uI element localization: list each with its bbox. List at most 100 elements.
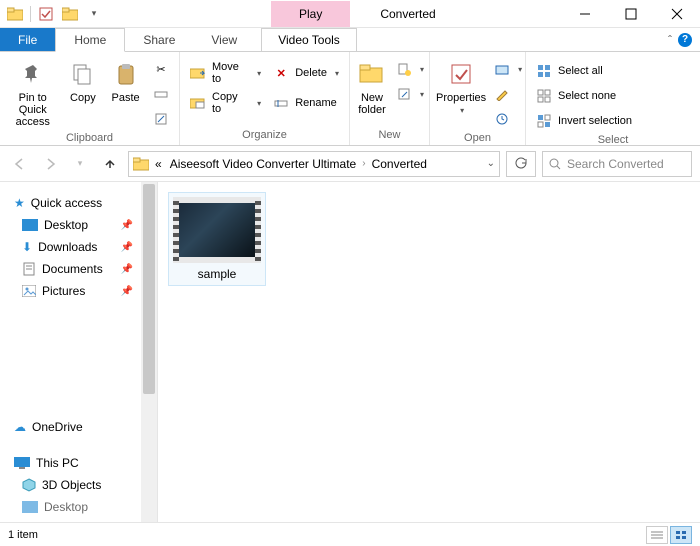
pin-icon: 📌 [121,242,133,253]
crumb-prefix[interactable]: « [153,157,164,171]
properties-button[interactable]: Properties▾ [436,56,486,116]
copy-icon [67,58,99,90]
rename-button[interactable]: Rename [269,92,343,114]
share-tab[interactable]: Share [125,28,193,51]
maximize-button[interactable] [608,0,654,28]
collapse-ribbon-icon[interactable]: ˆ [668,33,672,47]
select-all-icon [536,63,552,79]
easy-access-button[interactable]: ▾ [392,83,428,105]
nav-3dobjects[interactable]: 3D Objects [0,474,157,496]
open-button[interactable]: ▾ [490,58,526,80]
pc-icon [14,457,30,469]
scissors-icon: ✂ [153,61,169,77]
new-group-label: New [356,127,423,143]
close-button[interactable] [654,0,700,28]
pin-to-quick-access-button[interactable]: Pin to Quick access [6,56,60,128]
main-area: ★ Quick access Desktop📌 ⬇ Downloads📌 Doc… [0,182,700,522]
view-tab[interactable]: View [193,28,255,51]
new-folder-button[interactable]: New folder [356,56,388,116]
select-none-button[interactable]: Select none [532,85,636,107]
move-to-icon [190,65,206,81]
address-bar[interactable]: « Aiseesoft Video Converter Ultimate › C… [128,151,500,177]
nav-desktop2[interactable]: Desktop [0,496,157,518]
paste-button[interactable]: Paste [106,56,145,104]
folder-icon[interactable] [4,3,26,25]
new-folder-icon [356,58,388,90]
move-to-button[interactable]: Move to▾ [186,62,265,84]
cut-button[interactable]: ✂ [149,58,173,80]
window-title: Converted [380,7,435,21]
onedrive-icon: ☁ [14,420,26,434]
new-item-icon [396,61,412,77]
details-view-button[interactable] [646,526,668,544]
history-icon [494,111,510,127]
search-placeholder: Search Converted [567,157,664,171]
edit-button[interactable] [490,83,526,105]
copy-button[interactable]: Copy [64,56,103,104]
status-bar: 1 item [0,522,700,546]
recent-locations-button[interactable]: ▾ [68,152,92,176]
window-controls [562,0,700,28]
select-all-button[interactable]: Select all [532,60,636,82]
back-button[interactable] [8,152,32,176]
ribbon: Pin to Quick access Copy Paste ✂ Clipboa… [0,52,700,146]
video-tools-tab[interactable]: Video Tools [261,28,357,51]
file-tab[interactable]: File [0,28,55,51]
nav-pictures[interactable]: Pictures📌 [0,280,157,302]
nav-thispc[interactable]: This PC [0,452,157,474]
search-icon [549,158,561,170]
qat-dropdown-icon[interactable]: ▾ [83,3,105,25]
refresh-button[interactable] [506,151,536,177]
nav-downloads[interactable]: ⬇ Downloads📌 [0,236,157,258]
folder-icon [133,157,149,171]
nav-onedrive[interactable]: ☁ OneDrive [0,416,157,438]
select-group: Select all Select none Invert selection … [526,52,700,145]
nav-scrollbar[interactable] [141,182,157,522]
desktop-icon [22,501,38,513]
paste-shortcut-button[interactable] [149,108,173,130]
shortcut-icon [153,111,169,127]
nav-desktop[interactable]: Desktop📌 [0,214,157,236]
pin-icon: 📌 [121,286,133,297]
copy-to-icon [190,95,206,111]
new-folder-qat-icon[interactable] [59,3,81,25]
chevron-right-icon[interactable]: › [362,158,365,169]
search-box[interactable]: Search Converted [542,151,692,177]
crumb-parent[interactable]: Aiseesoft Video Converter Ultimate [168,157,359,171]
clipboard-group: Pin to Quick access Copy Paste ✂ Clipboa… [0,52,180,145]
nav-documents[interactable]: Documents📌 [0,258,157,280]
navigation-pane: ★ Quick access Desktop📌 ⬇ Downloads📌 Doc… [0,182,158,522]
clipboard-group-label: Clipboard [6,130,173,146]
home-tab[interactable]: Home [55,28,125,52]
copy-path-button[interactable] [149,83,173,105]
edit-icon [494,86,510,102]
new-item-button[interactable]: ▾ [392,58,428,80]
help-icon[interactable]: ? [678,33,692,47]
file-item-sample[interactable]: sample [168,192,266,286]
minimize-button[interactable] [562,0,608,28]
delete-button[interactable]: ✕ Delete▾ [269,62,343,84]
downloads-icon: ⬇ [22,240,32,254]
star-icon: ★ [14,196,25,210]
up-button[interactable] [98,152,122,176]
copy-to-button[interactable]: Copy to▾ [186,92,265,114]
invert-selection-button[interactable]: Invert selection [532,110,636,132]
delete-icon: ✕ [273,65,289,81]
open-group-label: Open [436,130,519,146]
paste-icon [110,58,142,90]
select-none-icon [536,88,552,104]
file-list[interactable]: sample [158,182,700,522]
properties-qat-icon[interactable] [35,3,57,25]
forward-button[interactable] [38,152,62,176]
new-group: New folder ▾ ▾ New [350,52,430,145]
address-dropdown-icon[interactable]: ⌄ [487,158,495,169]
desktop-icon [22,219,38,231]
pin-icon: 📌 [121,220,133,231]
play-context-tab[interactable]: Play [271,1,350,27]
crumb-current[interactable]: Converted [370,157,429,171]
thumbnails-view-button[interactable] [670,526,692,544]
item-count: 1 item [8,529,38,541]
quick-access-toolbar: ▾ [0,3,109,25]
history-button[interactable] [490,108,526,130]
quick-access-node[interactable]: ★ Quick access [0,192,157,214]
